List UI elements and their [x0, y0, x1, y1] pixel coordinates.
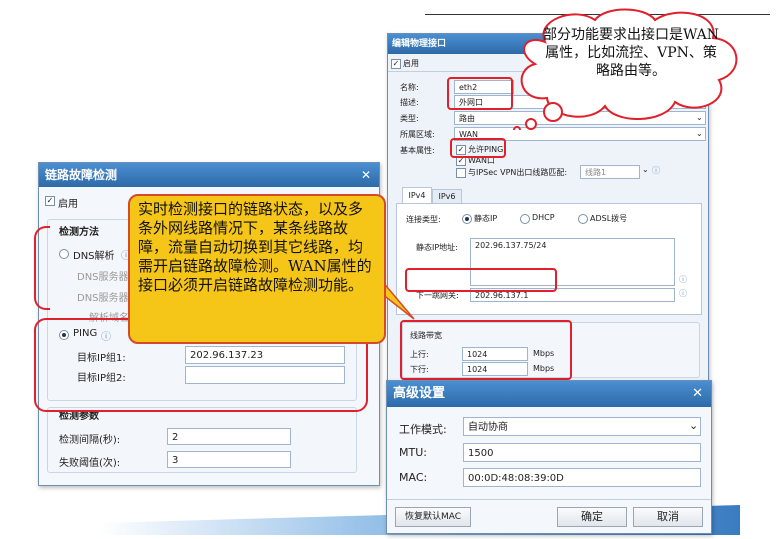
dns-radio[interactable]: [59, 249, 69, 259]
threshold-label: 失败阈值(次):: [59, 458, 121, 469]
chevron-down-icon: ⌄: [689, 419, 699, 432]
ipsec-checkbox[interactable]: [456, 168, 466, 178]
close-icon[interactable]: ✕: [692, 381, 703, 407]
dns-server1-label: DNS服务器: [77, 272, 129, 283]
highlight-name: [447, 77, 513, 110]
highlight-allow-ping: [450, 138, 506, 158]
name-label: 名称:: [400, 83, 419, 92]
highlight-bandwidth: [400, 320, 572, 380]
tab-ipv4-label: IPv4: [408, 191, 426, 200]
mac-field[interactable]: 00:0D:48:08:39:0D: [463, 468, 701, 487]
method-title: 检测方法: [59, 227, 99, 238]
adsl-option: ADSL拨号: [590, 214, 628, 223]
static-ip-option: 静态IP: [474, 214, 498, 223]
window-title: 编辑物理接口: [392, 39, 447, 49]
advanced-titlebar: 高级设置 ✕: [387, 381, 711, 407]
chevron-down-icon: ⌄: [642, 165, 649, 174]
enable-checkbox[interactable]: ✓: [391, 59, 401, 69]
fault-detect-titlebar: 链路故障检测 ✕: [39, 163, 379, 187]
adsl-radio[interactable]: [578, 214, 588, 224]
mode-select[interactable]: 自动协商: [463, 417, 701, 436]
enable-checkbox[interactable]: ✓: [45, 196, 55, 206]
divider: [387, 499, 711, 500]
dns-server2-label: DNS服务器: [77, 293, 129, 304]
interval-field[interactable]: 2: [167, 428, 291, 445]
dhcp-option: DHCP: [532, 213, 555, 222]
interval-label: 检测间隔(秒):: [59, 435, 121, 446]
desc-label: 描述:: [400, 98, 419, 107]
tab-ipv6[interactable]: IPv6: [432, 189, 462, 204]
restore-mac-button[interactable]: 恢复默认MAC: [395, 507, 471, 527]
tab-ipv4[interactable]: IPv4: [402, 187, 432, 204]
conn-type-label: 连接类型:: [406, 215, 441, 224]
ipsec-select[interactable]: 线路1: [580, 165, 640, 179]
type-label: 类型:: [400, 114, 419, 123]
info-icon: ⓘ: [679, 289, 687, 298]
dns-label: DNS解析: [73, 251, 115, 262]
mac-label: MAC:: [399, 471, 428, 484]
mode-label: 工作模式:: [399, 423, 447, 436]
info-icon: ⓘ: [679, 275, 687, 284]
basic-attr-label: 基本属性:: [400, 146, 435, 155]
advanced-window: 高级设置 ✕ 工作模式: 自动协商 ⌄ MTU: 1500 MAC: 00:0D…: [386, 380, 712, 534]
dhcp-radio[interactable]: [520, 214, 530, 224]
highlight-empty: [405, 268, 557, 292]
window-title: 链路故障检测: [45, 168, 118, 182]
zone-label: 所属区域:: [400, 130, 435, 139]
enable-label: 启用: [58, 199, 78, 210]
enable-label: 启用: [403, 59, 419, 68]
threshold-field[interactable]: 3: [167, 451, 291, 468]
close-icon[interactable]: ✕: [361, 163, 371, 187]
static-ip-label: 静态IP地址:: [416, 243, 458, 252]
mtu-field[interactable]: 1500: [463, 443, 701, 462]
link-detection-callout: 实时检测接口的链路状态，以及多条外网线路情况下，某条线路故障，流量自动切换到其它…: [128, 194, 386, 344]
ok-button[interactable]: 确定: [557, 507, 627, 527]
cloud-text: 部分功能要求出接口是WAN属性，比如流控、VPN、策略路由等。: [542, 27, 720, 79]
cancel-button[interactable]: 取消: [633, 507, 703, 527]
chevron-down-icon: ⌄: [696, 129, 703, 138]
highlight-method-section: [34, 226, 50, 310]
info-icon: ⓘ: [652, 166, 660, 175]
mtu-label: MTU:: [399, 446, 427, 459]
ipsec-label: 与IPSec VPN出口线路匹配:: [468, 168, 568, 177]
tab-ipv6-label: IPv6: [438, 192, 456, 201]
static-ip-radio[interactable]: [462, 214, 472, 224]
window-title: 高级设置: [393, 386, 446, 401]
